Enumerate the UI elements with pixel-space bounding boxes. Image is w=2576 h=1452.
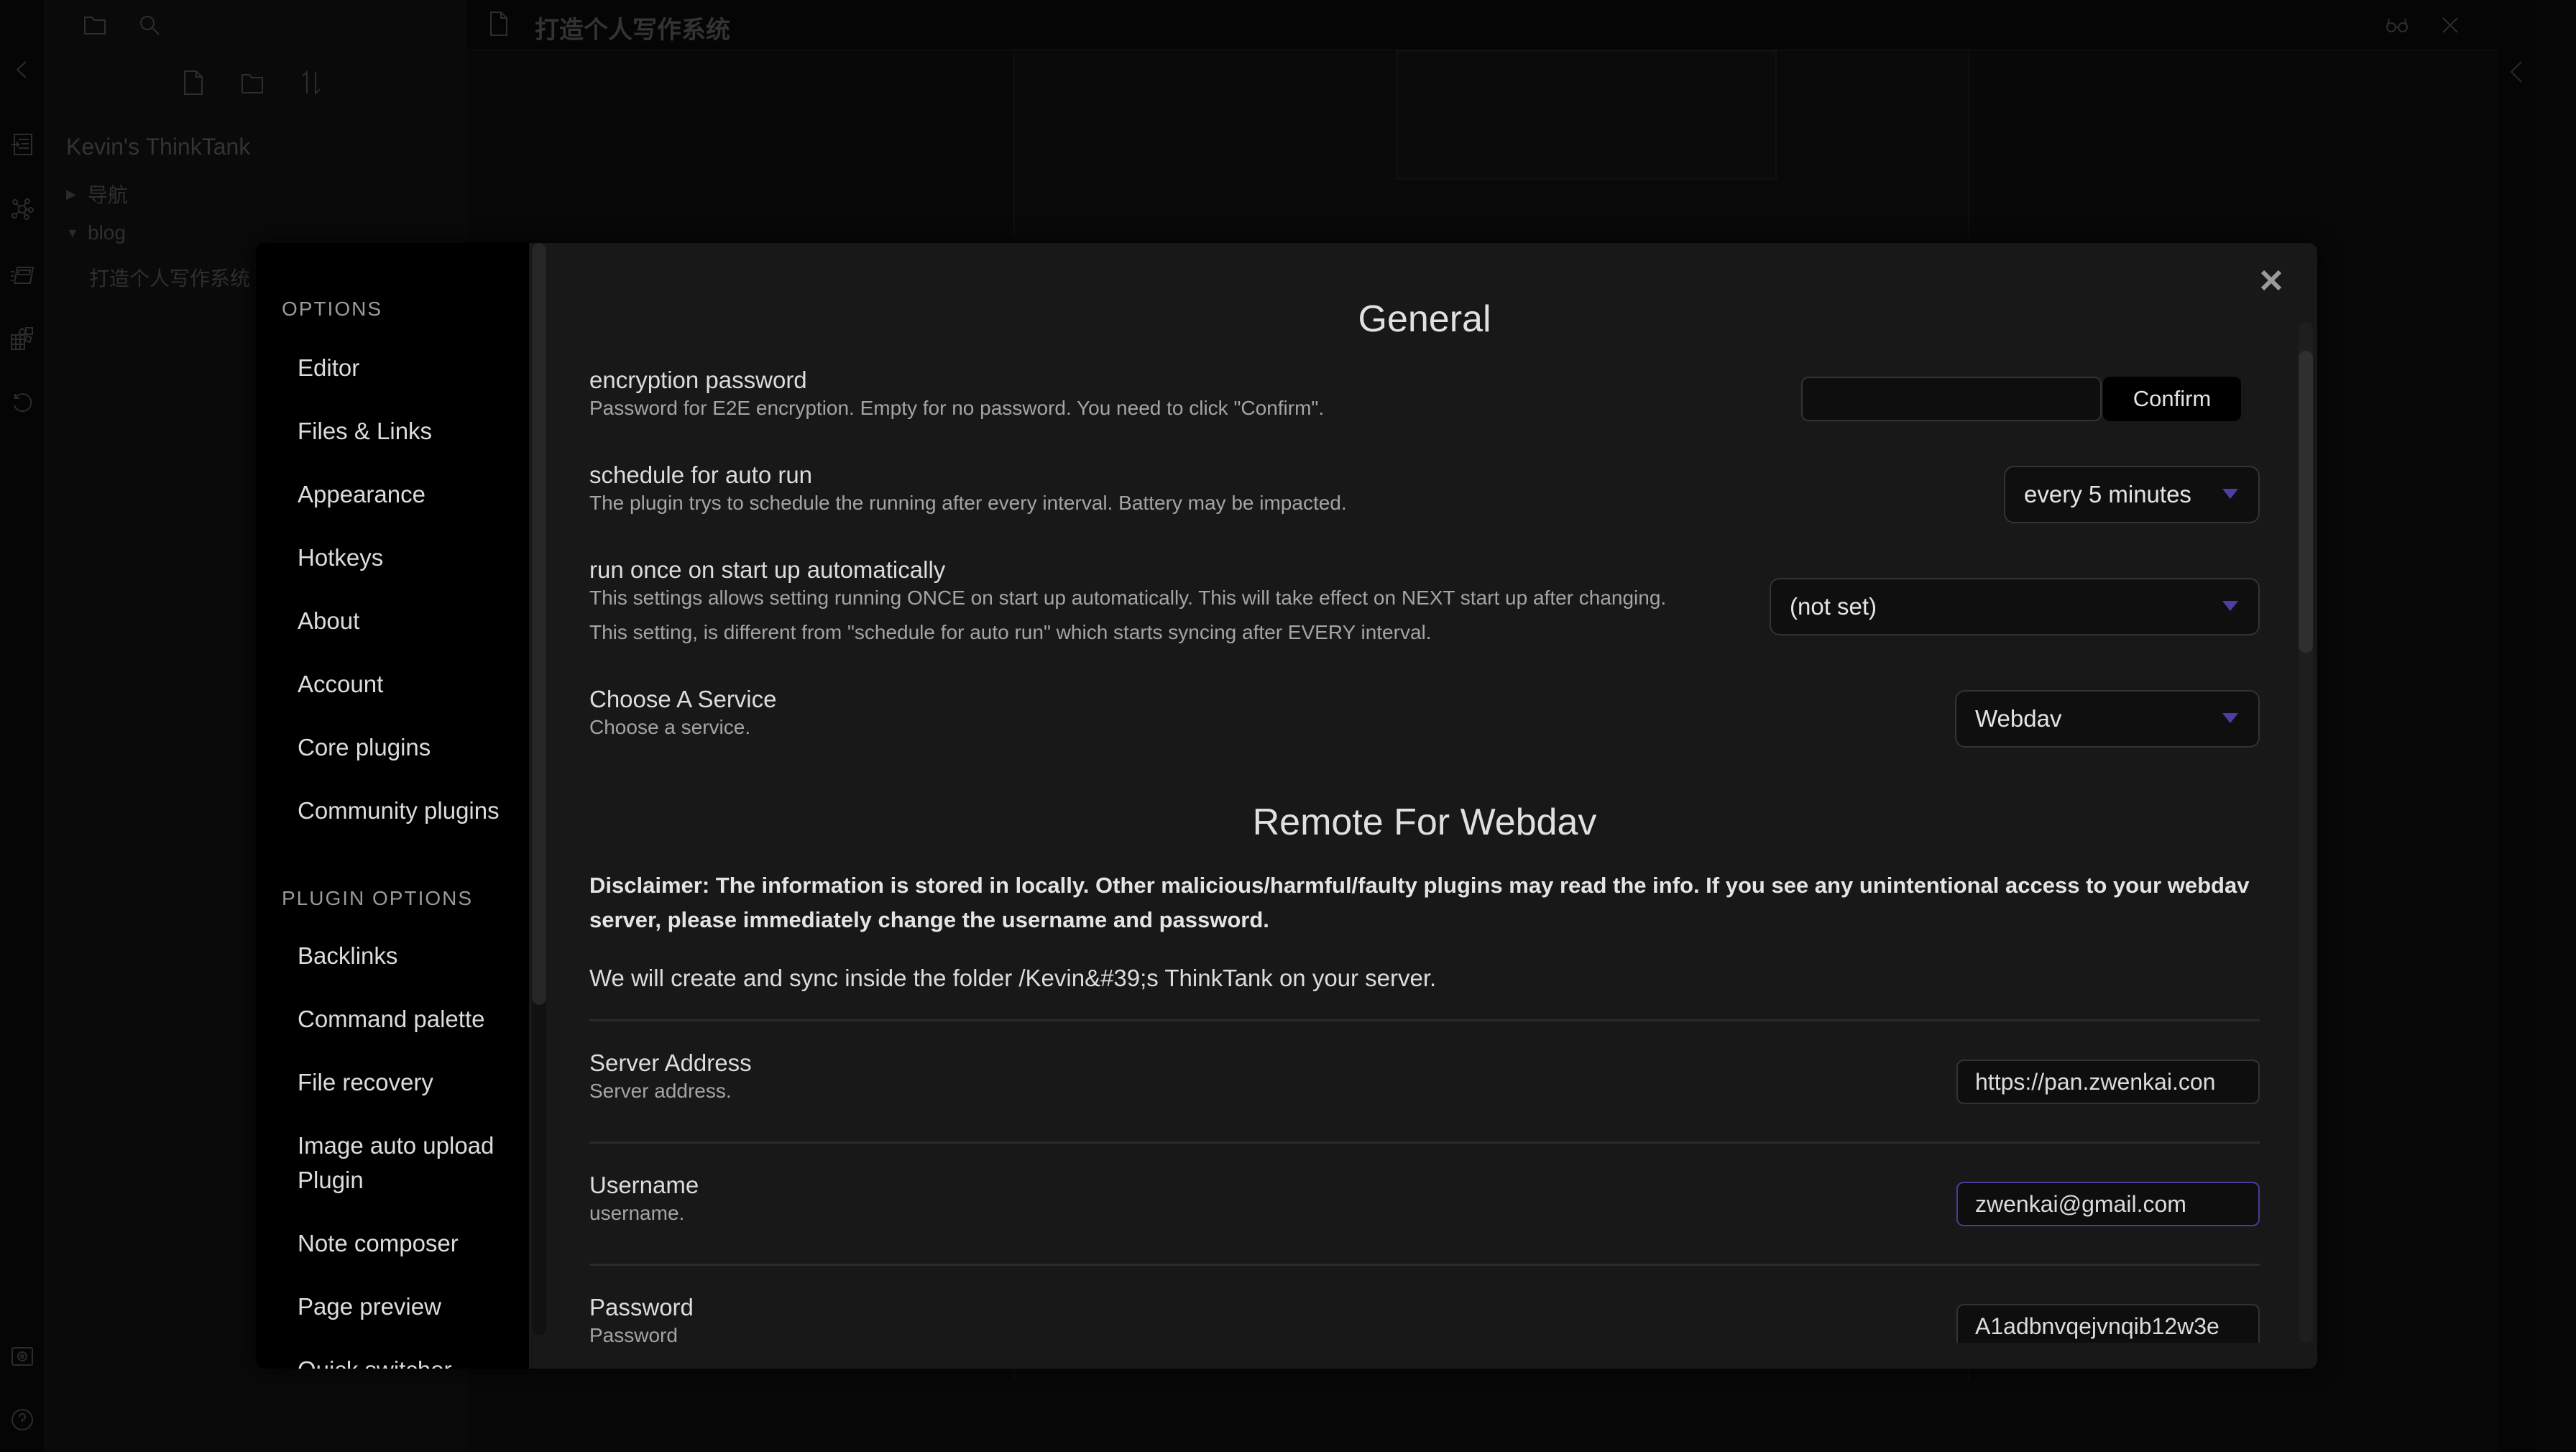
left-ribbon bbox=[0, 0, 45, 1452]
embedded-screenshot-inner bbox=[1396, 50, 1777, 180]
content-scrollbar-thumb[interactable] bbox=[2299, 351, 2313, 653]
expand-right-icon[interactable] bbox=[2506, 58, 2527, 86]
disclaimer-text: Disclaimer: The information is stored in… bbox=[589, 873, 2250, 932]
nav-item-backlinks[interactable]: Backlinks bbox=[298, 939, 513, 973]
sidebar-tabs bbox=[80, 6, 164, 45]
password-setting-desc: Password bbox=[589, 1324, 678, 1343]
general-heading: General bbox=[1358, 298, 1491, 340]
tree-label: blog bbox=[88, 221, 126, 244]
collapse-left-icon[interactable] bbox=[10, 58, 34, 82]
nav-item-hotkeys[interactable]: Hotkeys bbox=[298, 541, 513, 575]
server-address-input[interactable]: https://pan.zwenkai.con bbox=[1956, 1060, 2260, 1104]
right-ribbon bbox=[2498, 0, 2537, 1452]
file-explorer-tab[interactable] bbox=[80, 11, 109, 40]
slides-icon[interactable] bbox=[10, 262, 34, 286]
nav-item-note-composer[interactable]: Note composer bbox=[298, 1226, 513, 1261]
username-setting-name: Username bbox=[589, 1172, 699, 1198]
reading-view-icon[interactable] bbox=[2385, 13, 2409, 37]
nav-item-account[interactable]: Account bbox=[298, 667, 513, 702]
plugin-blocks-icon[interactable] bbox=[10, 326, 34, 351]
settings-scroll-area: General encryption password Password for… bbox=[589, 243, 2260, 1343]
tree-label: 导航 bbox=[88, 184, 129, 206]
dropdown-arrow-icon bbox=[2222, 713, 2238, 723]
service-selected-value: Webdav bbox=[1975, 705, 2062, 732]
divider bbox=[589, 1141, 2260, 1144]
settings-modal: OPTIONS Editor Files & Links Appearance … bbox=[256, 243, 2317, 1369]
close-tab-icon[interactable] bbox=[2438, 13, 2462, 37]
password-input[interactable]: A1adbnvqejvnqib12w3e bbox=[1956, 1304, 2260, 1343]
editor-title: 打造个人写作系统 bbox=[535, 17, 730, 44]
nav-item-core-plugins[interactable]: Core plugins bbox=[298, 730, 513, 765]
plugin-options-heading: PLUGIN OPTIONS bbox=[282, 887, 474, 909]
graph-view-icon[interactable] bbox=[10, 197, 34, 221]
close-icon bbox=[2260, 270, 2282, 291]
startup-select[interactable]: (not set) bbox=[1770, 578, 2260, 635]
new-note-icon[interactable] bbox=[181, 69, 206, 96]
folder-icon bbox=[84, 17, 106, 35]
confirm-button[interactable]: Confirm bbox=[2103, 377, 2241, 421]
nav-scrollbar-thumb[interactable] bbox=[532, 243, 546, 1005]
startup-selected-value: (not set) bbox=[1790, 593, 1877, 620]
nav-item-appearance[interactable]: Appearance bbox=[298, 477, 513, 512]
password-setting-name: Password bbox=[589, 1294, 694, 1320]
settings-content: General encryption password Password for… bbox=[546, 243, 2317, 1369]
schedule-setting-desc: The plugin trys to schedule the running … bbox=[589, 492, 1347, 514]
dropdown-arrow-icon bbox=[2222, 489, 2238, 499]
sort-icon[interactable] bbox=[299, 69, 323, 96]
schedule-setting-name: schedule for auto run bbox=[589, 461, 813, 488]
dropdown-arrow-icon bbox=[2222, 601, 2238, 611]
tree-folder[interactable]: ▼ blog bbox=[66, 221, 126, 244]
nav-item-file-recovery[interactable]: File recovery bbox=[298, 1065, 513, 1100]
document-icon bbox=[489, 10, 509, 37]
service-setting-desc: Choose a service. bbox=[589, 716, 751, 738]
app-window: Kevin's ThinkTank ▶ 导航 ▼ blog 打造个人写作系统 打… bbox=[0, 0, 2576, 1452]
nav-item-image-auto-upload[interactable]: Image auto upload Plugin bbox=[298, 1129, 513, 1198]
settings-nav: OPTIONS Editor Files & Links Appearance … bbox=[256, 243, 529, 1369]
nav-item-files-links[interactable]: Files & Links bbox=[298, 414, 513, 449]
options-heading: OPTIONS bbox=[282, 298, 383, 320]
new-folder-icon[interactable] bbox=[240, 69, 264, 96]
content-scrollbar[interactable] bbox=[2299, 322, 2313, 1343]
service-setting-name: Choose A Service bbox=[589, 686, 777, 712]
folder-note: We will create and sync inside the folde… bbox=[589, 965, 1437, 991]
encryption-setting-name: encryption password bbox=[589, 367, 807, 393]
search-icon bbox=[140, 16, 160, 35]
expanded-arrow-icon: ▼ bbox=[66, 225, 79, 240]
username-input[interactable]: zwenkai@gmail.com bbox=[1956, 1182, 2260, 1226]
divider bbox=[589, 1019, 2260, 1021]
nav-item-quick-switcher[interactable]: Quick switcher bbox=[298, 1353, 513, 1369]
vault-icon[interactable] bbox=[10, 1344, 34, 1369]
schedule-select[interactable]: every 5 minutes bbox=[2004, 466, 2260, 523]
encryption-setting-desc: Password for E2E encryption. Empty for n… bbox=[589, 397, 1325, 419]
startup-setting-name: run once on start up automatically bbox=[589, 556, 946, 583]
encryption-password-input[interactable] bbox=[1801, 377, 2102, 421]
tree-label: 打造个人写作系统 bbox=[89, 267, 251, 290]
startup-setting-desc-1: This settings allows setting running ONC… bbox=[589, 587, 1667, 609]
collapsed-arrow-icon: ▶ bbox=[66, 186, 76, 201]
startup-setting-desc-2: This setting, is different from "schedul… bbox=[589, 621, 1432, 643]
help-icon[interactable] bbox=[10, 1407, 34, 1432]
nav-item-editor[interactable]: Editor bbox=[298, 351, 513, 385]
history-icon[interactable] bbox=[10, 391, 34, 415]
nav-item-community-plugins[interactable]: Community plugins bbox=[298, 794, 513, 828]
tree-folder[interactable]: ▶ 导航 bbox=[66, 180, 128, 208]
nav-item-page-preview[interactable]: Page preview bbox=[298, 1290, 513, 1324]
username-setting-desc: username. bbox=[589, 1202, 685, 1224]
open-quick-switcher-icon[interactable] bbox=[10, 132, 34, 157]
schedule-selected-value: every 5 minutes bbox=[2024, 481, 2191, 507]
file-explorer-toolbar bbox=[181, 69, 323, 96]
vault-name: Kevin's ThinkTank bbox=[66, 134, 251, 160]
tree-file[interactable]: 打造个人写作系统 bbox=[89, 263, 250, 292]
editor-header: 打造个人写作系统 bbox=[467, 0, 2537, 50]
nav-item-command-palette[interactable]: Command palette bbox=[298, 1002, 513, 1037]
search-tab[interactable] bbox=[135, 11, 164, 40]
server-setting-desc: Server address. bbox=[589, 1080, 732, 1102]
nav-item-about[interactable]: About bbox=[298, 604, 513, 638]
remote-heading: Remote For Webdav bbox=[1252, 801, 1597, 843]
server-setting-name: Server Address bbox=[589, 1049, 752, 1076]
divider bbox=[589, 1264, 2260, 1266]
nav-scrollbar[interactable] bbox=[532, 243, 546, 1336]
service-select[interactable]: Webdav bbox=[1955, 690, 2260, 748]
editor-actions bbox=[2385, 13, 2516, 37]
